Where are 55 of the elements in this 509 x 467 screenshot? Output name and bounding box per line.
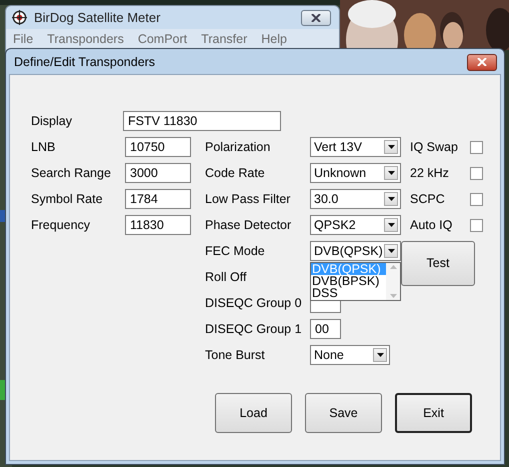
field-label: Polarization [205, 138, 272, 156]
menu-item[interactable]: ComPort [138, 30, 188, 48]
checkbox[interactable] [470, 166, 483, 180]
checkbox-label: Auto IQ [410, 216, 454, 234]
crosshair-icon [12, 10, 27, 25]
checkbox[interactable] [470, 192, 483, 206]
dialog-button[interactable]: Load [215, 393, 292, 433]
dropdown-field[interactable]: None [310, 345, 390, 365]
dropdown-field[interactable]: Unknown [310, 163, 401, 183]
checkbox-label: 22 kHz [410, 164, 450, 182]
input-field[interactable]: 11830 [125, 215, 191, 235]
field-label: Code Rate [205, 164, 266, 182]
scroll-down-icon[interactable] [390, 294, 396, 298]
close-icon [477, 58, 487, 66]
input-field[interactable]: 1784 [125, 189, 191, 209]
test-button[interactable]: Test [401, 241, 475, 286]
close-button[interactable] [467, 54, 497, 70]
window-title: BirDog Satellite Meter [34, 8, 160, 27]
field-label: DISEQC Group 0 [205, 294, 303, 312]
checkbox[interactable] [470, 140, 483, 154]
dropdown-field[interactable]: Vert 13V [310, 137, 401, 157]
field-label: Symbol Rate [31, 190, 104, 208]
dialog-button[interactable]: Exit [395, 393, 472, 433]
menu-item[interactable]: Transfer [201, 30, 248, 48]
close-icon [311, 14, 321, 22]
input-field[interactable]: 3000 [125, 163, 191, 183]
field-label: LNB [31, 138, 56, 156]
field-label: FEC Mode [205, 242, 266, 260]
field-label: Tone Burst [205, 346, 266, 364]
checkbox[interactable] [470, 218, 483, 232]
dropdown-field[interactable]: DVB(QPSK) [310, 241, 401, 261]
scroll-up-icon[interactable] [390, 265, 396, 269]
menu-item[interactable]: Transponders [47, 30, 124, 48]
menu-item[interactable]: File [13, 30, 34, 48]
dropdown-field[interactable]: QPSK2 [310, 215, 401, 235]
input-field[interactable]: 10750 [125, 137, 191, 157]
dialog-button[interactable]: Save [305, 393, 382, 433]
field-label: Low Pass Filter [205, 190, 292, 208]
checkbox-label: IQ Swap [410, 138, 459, 156]
field-label: Search Range [31, 164, 112, 182]
field-label: Display [31, 112, 73, 130]
input-field[interactable]: FSTV 11830 [123, 111, 281, 131]
dropdown-field[interactable]: 30.0 [310, 189, 401, 209]
menu-item[interactable]: Help [261, 30, 287, 48]
dialog-title: Define/Edit Transponders [14, 54, 156, 71]
scrollbar[interactable] [386, 263, 400, 300]
checkbox-label: SCPC [410, 190, 446, 208]
dropdown-option[interactable]: DVB(BPSK) [311, 275, 386, 287]
input-field[interactable]: 00 [310, 319, 341, 339]
field-label: DISEQC Group 1 [205, 320, 303, 338]
field-label: Roll Off [205, 268, 248, 286]
close-button[interactable] [301, 10, 331, 26]
dropdown-option[interactable]: DSS [311, 287, 386, 299]
field-label: Frequency [31, 216, 92, 234]
field-label: Phase Detector [205, 216, 292, 234]
